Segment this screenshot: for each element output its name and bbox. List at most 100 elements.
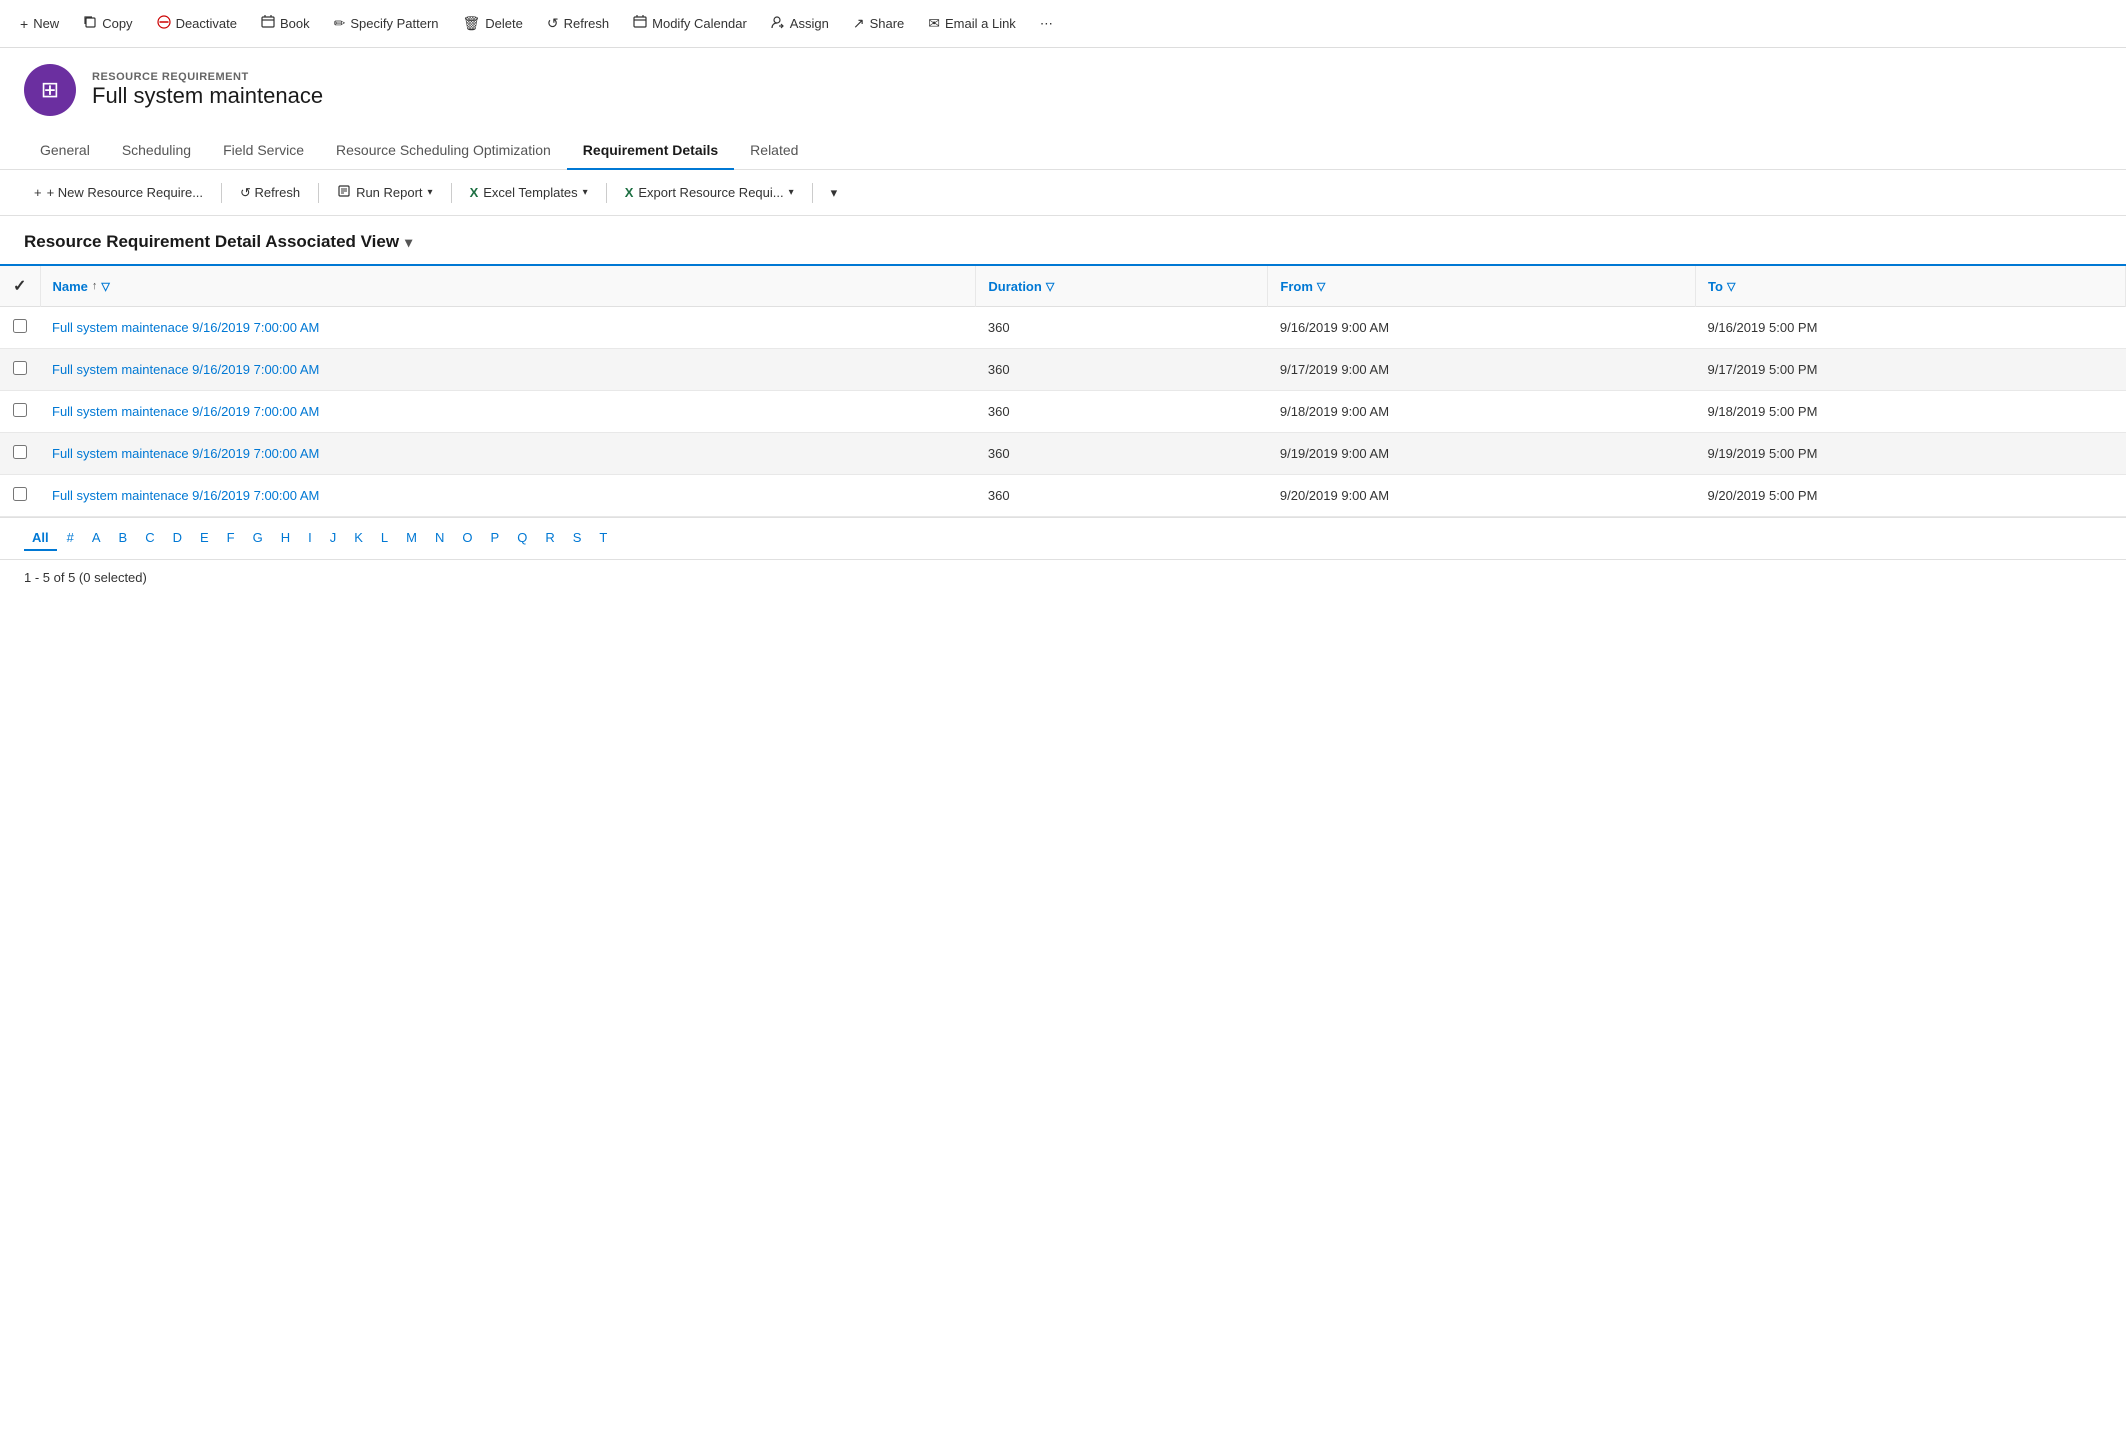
page-letter-a[interactable]: A <box>84 526 109 551</box>
refresh-button[interactable]: ↺ Refresh <box>535 7 621 40</box>
page-letter-j[interactable]: J <box>322 526 345 551</box>
table-row: Full system maintenace 9/16/2019 7:00:00… <box>0 349 2126 391</box>
view-title[interactable]: Resource Requirement Detail Associated V… <box>0 216 2126 264</box>
row-checkbox[interactable] <box>13 445 27 459</box>
name-link[interactable]: Full system maintenace 9/16/2019 7:00:00… <box>52 320 319 335</box>
view-title-caret: ▾ <box>405 234 412 251</box>
tab-requirement-details[interactable]: Requirement Details <box>567 132 734 170</box>
duration-column-header[interactable]: Duration ▽ <box>976 266 1268 307</box>
row-select-cell[interactable] <box>0 433 40 475</box>
name-cell: Full system maintenace 9/16/2019 7:00:00… <box>40 475 976 517</box>
page-letter-c[interactable]: C <box>137 526 162 551</box>
row-select-cell[interactable] <box>0 349 40 391</box>
assign-button[interactable]: Assign <box>759 7 841 40</box>
from-cell: 9/16/2019 9:00 AM <box>1268 307 1696 349</box>
duration-label: Duration <box>988 279 1041 294</box>
to-column-header[interactable]: To ▽ <box>1696 266 2126 307</box>
duration-filter-icon[interactable]: ▽ <box>1046 280 1054 293</box>
tab-general[interactable]: General <box>24 132 106 170</box>
from-filter-icon[interactable]: ▽ <box>1317 280 1325 293</box>
sub-divider-2 <box>318 183 319 203</box>
data-table: ✓ Name ↑ ▽ Duration ▽ <box>0 266 2126 517</box>
specify-pattern-icon: ✏ <box>334 15 346 32</box>
tab-field-service[interactable]: Field Service <box>207 132 320 170</box>
sub-toolbar: + + New Resource Require... ↺ Refresh Ru… <box>0 170 2126 216</box>
row-checkbox[interactable] <box>13 403 27 417</box>
more-options-button[interactable]: ▾ <box>821 179 848 207</box>
tab-related[interactable]: Related <box>734 132 814 170</box>
page-letter-t[interactable]: T <box>591 526 615 551</box>
name-link[interactable]: Full system maintenace 9/16/2019 7:00:00… <box>52 488 319 503</box>
export-caret: ▾ <box>789 187 794 198</box>
sub-refresh-button[interactable]: ↺ Refresh <box>230 179 310 207</box>
page-letter-o[interactable]: O <box>454 526 480 551</box>
select-all-header[interactable]: ✓ <box>0 266 40 307</box>
from-cell: 9/20/2019 9:00 AM <box>1268 475 1696 517</box>
name-sort-icon[interactable]: ↑ <box>92 280 98 292</box>
name-link[interactable]: Full system maintenace 9/16/2019 7:00:00… <box>52 446 319 461</box>
row-checkbox[interactable] <box>13 319 27 333</box>
page-letter-k[interactable]: K <box>346 526 371 551</box>
row-checkbox[interactable] <box>13 361 27 375</box>
page-letter-h[interactable]: H <box>273 526 298 551</box>
page-letter-r[interactable]: R <box>537 526 562 551</box>
excel-templates-button[interactable]: X Excel Templates ▾ <box>460 179 598 206</box>
deactivate-icon <box>157 15 171 32</box>
name-link[interactable]: Full system maintenace 9/16/2019 7:00:00… <box>52 362 319 377</box>
share-button[interactable]: ↗ Share <box>841 7 916 40</box>
more-icon: ⋯ <box>1040 16 1053 32</box>
avatar-icon: ⊞ <box>41 77 59 103</box>
page-letter-e[interactable]: E <box>192 526 217 551</box>
page-letter-m[interactable]: M <box>398 526 425 551</box>
name-cell: Full system maintenace 9/16/2019 7:00:00… <box>40 349 976 391</box>
page-letter-g[interactable]: G <box>245 526 271 551</box>
new-button[interactable]: + New <box>8 8 71 40</box>
row-checkbox[interactable] <box>13 487 27 501</box>
page-letter-q[interactable]: Q <box>509 526 535 551</box>
page-letter-l[interactable]: L <box>373 526 396 551</box>
name-cell: Full system maintenace 9/16/2019 7:00:00… <box>40 433 976 475</box>
email-link-button[interactable]: ✉ Email a Link <box>916 7 1028 40</box>
page-letter-s[interactable]: S <box>565 526 590 551</box>
sub-divider-1 <box>221 183 222 203</box>
duration-cell: 360 <box>976 349 1268 391</box>
add-icon: + <box>34 185 42 200</box>
run-report-button[interactable]: Run Report ▾ <box>327 178 443 207</box>
main-toolbar: + New Copy Deactivate <box>0 0 2126 48</box>
deactivate-button[interactable]: Deactivate <box>145 7 249 40</box>
name-column-header[interactable]: Name ↑ ▽ <box>40 266 976 307</box>
page-letter-f[interactable]: F <box>219 526 243 551</box>
delete-button[interactable]: 🗑 Delete <box>451 7 535 40</box>
name-link[interactable]: Full system maintenace 9/16/2019 7:00:00… <box>52 404 319 419</box>
modify-calendar-button[interactable]: Modify Calendar <box>621 7 759 40</box>
record-title-area: RESOURCE REQUIREMENT Full system mainten… <box>92 71 323 109</box>
copy-button[interactable]: Copy <box>71 7 144 40</box>
specify-pattern-button[interactable]: ✏ Specify Pattern <box>322 7 451 40</box>
tab-resource-scheduling-optimization[interactable]: Resource Scheduling Optimization <box>320 132 567 170</box>
page-letter-p[interactable]: P <box>483 526 508 551</box>
run-report-caret: ▾ <box>428 187 433 198</box>
page-letter-d[interactable]: D <box>165 526 190 551</box>
more-options-caret: ▾ <box>831 185 838 201</box>
new-resource-require-button[interactable]: + + New Resource Require... <box>24 179 213 206</box>
more-button[interactable]: ⋯ <box>1028 8 1065 40</box>
page-letter-b[interactable]: B <box>111 526 136 551</box>
select-all-checkbox[interactable]: ✓ <box>13 278 26 295</box>
refresh-icon: ↺ <box>547 15 559 32</box>
row-select-cell[interactable] <box>0 391 40 433</box>
row-select-cell[interactable] <box>0 475 40 517</box>
book-button[interactable]: Book <box>249 7 322 40</box>
tab-scheduling[interactable]: Scheduling <box>106 132 207 170</box>
export-resource-button[interactable]: X Export Resource Requi... ▾ <box>615 179 804 206</box>
page-letter-n[interactable]: N <box>427 526 452 551</box>
to-filter-icon[interactable]: ▽ <box>1727 280 1735 293</box>
name-filter-icon[interactable]: ▽ <box>101 280 109 293</box>
page-letter-i[interactable]: I <box>300 526 320 551</box>
copy-icon <box>83 15 97 32</box>
row-select-cell[interactable] <box>0 307 40 349</box>
to-cell: 9/17/2019 5:00 PM <box>1696 349 2126 391</box>
from-cell: 9/17/2019 9:00 AM <box>1268 349 1696 391</box>
from-column-header[interactable]: From ▽ <box>1268 266 1696 307</box>
page-letter-all[interactable]: All <box>24 526 57 551</box>
page-letter-#[interactable]: # <box>59 526 82 551</box>
